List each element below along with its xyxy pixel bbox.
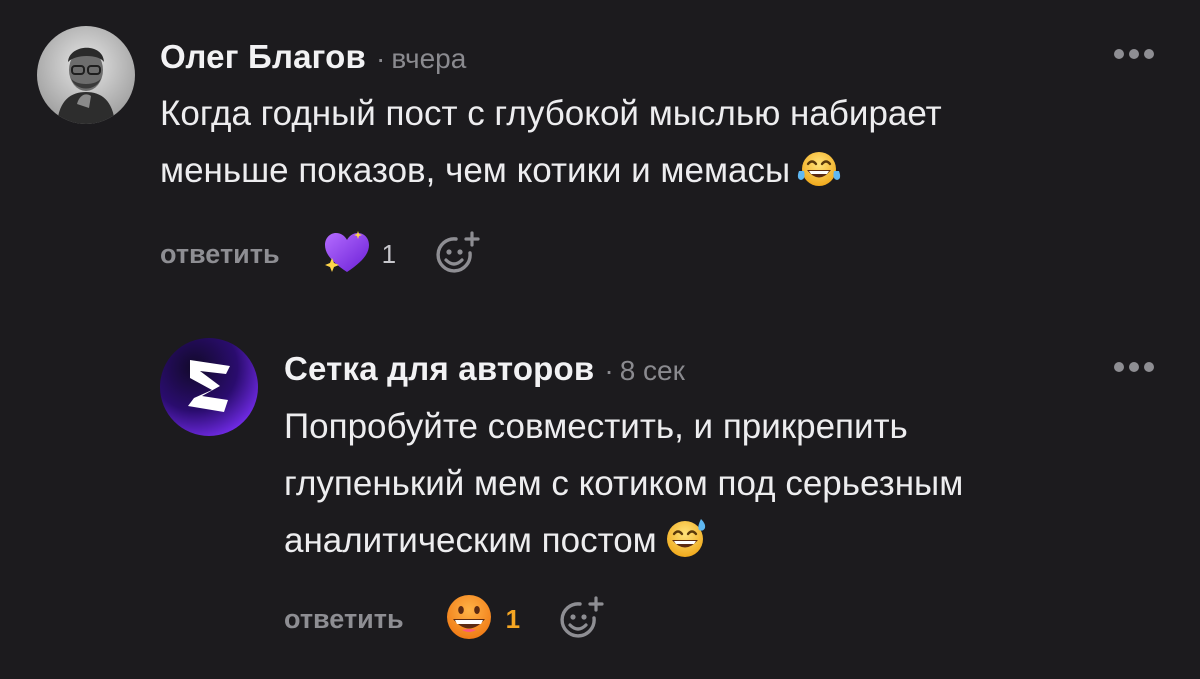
author-line: Сетка для авторов · 8 сек: [284, 350, 685, 388]
reply-button[interactable]: ответить: [284, 604, 404, 635]
timestamp: 8 сек: [619, 355, 685, 386]
comment: Олег Благов · вчера Когда годный пост с …: [0, 0, 1200, 300]
more-dots-icon[interactable]: [1114, 49, 1154, 59]
reaction-count: 1: [505, 604, 521, 634]
grinning-face-emoji: [444, 592, 494, 647]
avatar[interactable]: [37, 26, 135, 124]
grinning-face-with-sweat-emoji: [663, 515, 709, 576]
comment-text: Когда годный пост с глубокой мыслью наби…: [160, 85, 942, 206]
comment-text-line: аналитическим постом: [284, 521, 657, 560]
reply-button[interactable]: ответить: [160, 239, 280, 270]
comment-thread: Олег Благов · вчера Когда годный пост с …: [0, 0, 1200, 679]
comment-text-line-with-emoji: аналитическим постом: [284, 512, 963, 576]
comment-text-line: глупенький мем с котиком под серьезным: [284, 464, 964, 503]
comment-text-line: меньше показов, чем котики и мемасы: [160, 151, 791, 190]
reaction-button[interactable]: 1: [322, 228, 396, 281]
comment-text-line: Попробуйте совместить, и прикрепить: [284, 407, 908, 446]
comment-actions: ответить 1: [160, 228, 482, 281]
add-reaction-smiley-icon[interactable]: [432, 230, 482, 279]
comment-reply: Сетка для авторов · 8 сек Попробуйте сов…: [0, 330, 1200, 679]
comment-text-line-with-emoji: меньше показов, чем котики и мемасы: [160, 142, 942, 206]
separator-dot: ·: [376, 43, 386, 74]
comment-actions: ответить 1: [284, 592, 606, 647]
add-reaction-smiley-icon[interactable]: [556, 595, 606, 644]
purple-sparkling-heart-icon: [322, 228, 372, 281]
author-line: Олег Благов · вчера: [160, 38, 466, 76]
comment-text: Попробуйте совместить, и прикрепить глуп…: [284, 398, 963, 576]
comment-text-line: Когда годный пост с глубокой мыслью наби…: [160, 94, 942, 133]
reaction-button[interactable]: 1: [444, 592, 520, 647]
face-with-tears-of-joy-emoji: [796, 149, 842, 206]
separator-dot: ·: [604, 355, 614, 386]
more-dots-icon[interactable]: [1114, 362, 1154, 372]
timestamp: вчера: [391, 43, 467, 74]
author-name[interactable]: Сетка для авторов: [284, 350, 594, 388]
author-name[interactable]: Олег Благов: [160, 38, 366, 76]
reaction-count: 1: [381, 239, 397, 269]
avatar[interactable]: [160, 338, 258, 436]
